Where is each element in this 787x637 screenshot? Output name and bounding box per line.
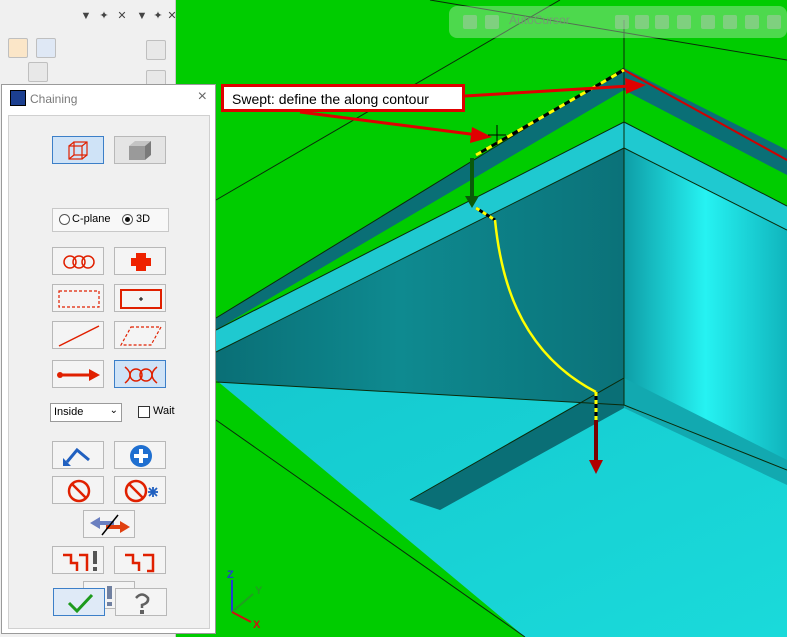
unselect-all-button[interactable] <box>114 476 166 504</box>
select-all-button[interactable] <box>114 441 166 469</box>
partial-chain-icon <box>124 366 158 384</box>
help-tool-icon[interactable] <box>36 38 56 58</box>
cplane-radio[interactable] <box>59 214 70 225</box>
toolbar-icon-5[interactable] <box>655 15 669 29</box>
plus-icon <box>131 253 151 271</box>
chain-links-icon <box>63 255 95 269</box>
dashed-parallelogram-icon <box>119 326 163 346</box>
chain-feature-exclamation-icon <box>63 551 97 571</box>
dialog-title-bar[interactable]: Chaining × <box>2 85 215 113</box>
3d-radio[interactable] <box>122 214 133 225</box>
unselect-button[interactable] <box>52 476 104 504</box>
polygon-button[interactable] <box>114 321 166 349</box>
side-tool-icon-1[interactable] <box>146 40 166 60</box>
no-entry-asterisk-icon <box>124 479 158 503</box>
panel-close-icon[interactable]: ✕ <box>114 8 130 24</box>
autocursor-label[interactable]: AutoCursor <box>509 13 570 27</box>
wireframe-mode-button[interactable] <box>52 136 104 164</box>
panel-dropdown-icon-2[interactable]: ▼ <box>134 8 150 24</box>
single-button[interactable] <box>52 321 104 349</box>
wireframe-cube-icon <box>68 141 88 160</box>
area-rectangle-icon <box>120 289 162 309</box>
toolbar-icon-6[interactable] <box>677 15 691 29</box>
chevron-down-icon: ⌄ <box>109 405 118 416</box>
arrow-right-icon <box>57 369 100 381</box>
chain-button[interactable] <box>52 247 104 275</box>
panel-dropdown-icon[interactable]: ▼ <box>78 8 94 24</box>
dashed-rectangle-icon <box>58 290 100 308</box>
chain-feature-icon <box>125 553 155 573</box>
solid-cube-icon <box>129 141 151 160</box>
chaining-body: C-plane 3D Inside ⌄ Wait <box>8 115 210 629</box>
reverse-button[interactable] <box>83 510 135 538</box>
single-line-icon <box>58 325 100 347</box>
toolbar-icon-9[interactable] <box>745 15 759 29</box>
toolpath-tool-icon[interactable] <box>8 38 28 58</box>
solids-mode-button[interactable] <box>114 136 166 164</box>
3d-label: 3D <box>136 213 151 225</box>
close-icon[interactable]: × <box>198 88 207 106</box>
toolbar-icon-8[interactable] <box>723 15 737 29</box>
partial-chain-button[interactable] <box>114 360 166 388</box>
toolbar-icon-4[interactable] <box>635 15 649 29</box>
point-button[interactable] <box>114 247 166 275</box>
filter-tool-icon[interactable] <box>28 62 48 82</box>
autocursor-icon[interactable] <box>485 15 499 29</box>
autocursor-toolbar <box>449 6 787 38</box>
inside-select-value: Inside <box>54 406 84 418</box>
toolbar-icon-3[interactable] <box>615 15 629 29</box>
window-button[interactable] <box>52 284 104 312</box>
toolbar-icon-7[interactable] <box>701 15 715 29</box>
axis-triad: Z Y X <box>227 569 263 630</box>
wait-checkbox[interactable] <box>138 406 150 418</box>
area-button[interactable] <box>114 284 166 312</box>
help-button[interactable] <box>115 588 167 616</box>
chain-options-button[interactable] <box>114 546 166 574</box>
mastercam-logo-icon <box>10 90 26 106</box>
axis-z-label: Z <box>227 569 234 581</box>
chain-feature-button[interactable] <box>52 546 104 574</box>
callout-text: Swept: define the along contour <box>232 91 429 107</box>
cplane-label: C-plane <box>72 213 111 225</box>
panel-close-icon-2[interactable]: ✕ <box>164 8 180 24</box>
question-icon <box>135 593 150 614</box>
toolbar-icon-10[interactable] <box>767 15 781 29</box>
no-entry-icon <box>67 479 91 503</box>
last-button[interactable] <box>52 441 104 469</box>
wait-label: Wait <box>153 405 175 417</box>
dialog-title: Chaining <box>30 92 78 106</box>
inside-select[interactable]: Inside ⌄ <box>50 403 122 422</box>
chaining-dialog: Chaining × C-plane 3D Inside ⌄ Wait <box>1 84 216 634</box>
vector-button[interactable] <box>52 360 104 388</box>
curved-arrow-icon <box>63 447 90 466</box>
checkmark-icon <box>67 593 94 614</box>
plane-mode-group: C-plane 3D <box>52 208 169 232</box>
axis-x-label: X <box>253 619 261 630</box>
plus-circle-icon <box>130 445 152 467</box>
axis-y-label: Y <box>255 585 263 597</box>
annotation-callout: Swept: define the along contour <box>221 84 465 112</box>
reverse-arrows-icon <box>90 514 130 536</box>
lock-icon[interactable] <box>463 15 477 29</box>
panel-pin-icon[interactable]: ✦ <box>96 8 112 24</box>
ok-button[interactable] <box>53 588 105 616</box>
